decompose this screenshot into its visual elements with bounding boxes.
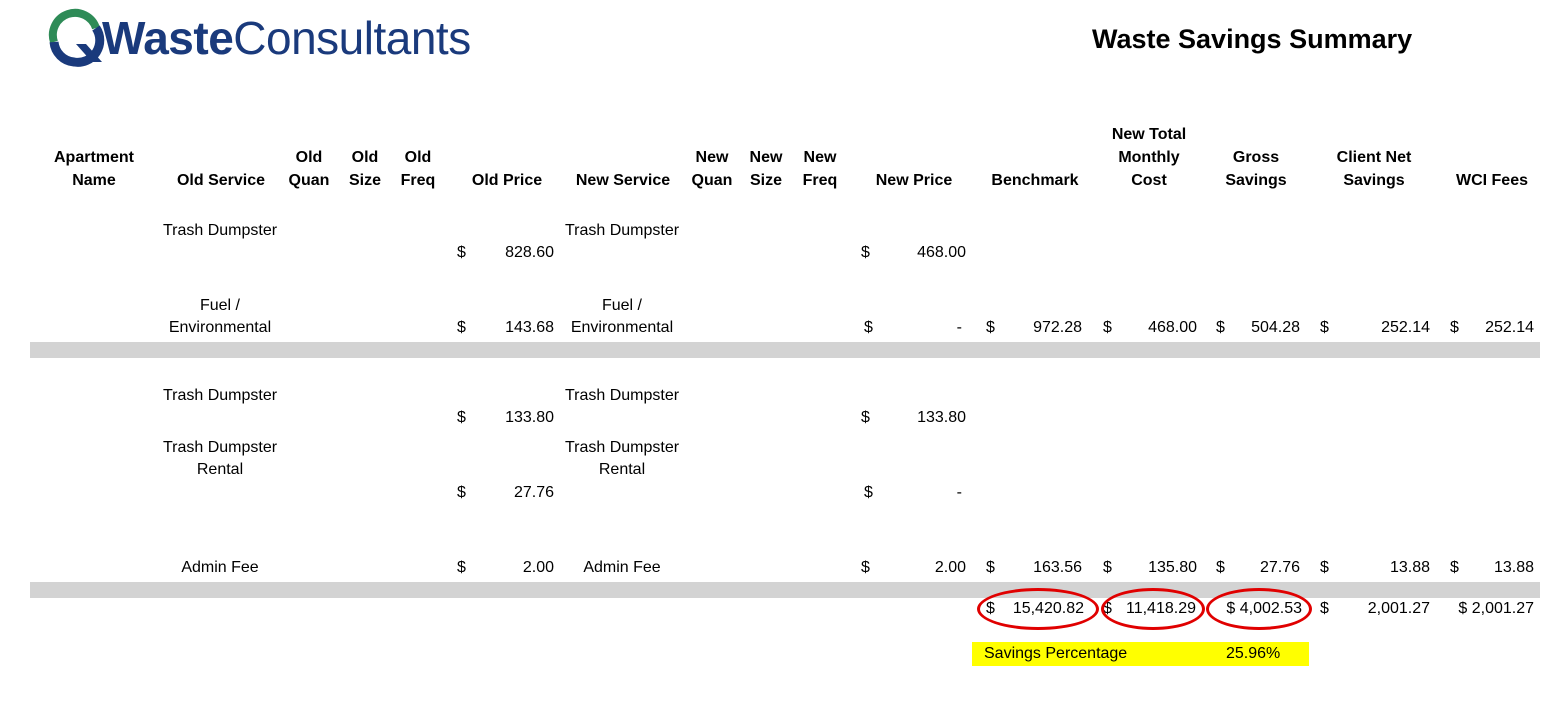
new-service-cell: Fuel / Environmental	[570, 297, 674, 336]
currency-symbol: $	[457, 484, 466, 501]
total-client-net: 2,001.27	[1367, 600, 1430, 617]
savings-percentage-label: Savings Percentage	[984, 645, 1128, 662]
currency-symbol: $	[864, 484, 873, 501]
logo-bold: Waste	[102, 12, 234, 64]
logo-regular: Consultants	[233, 12, 471, 64]
old-price-cell: 828.60	[505, 244, 554, 261]
logo-text: WasteConsultants	[102, 8, 471, 68]
currency-symbol: $	[861, 409, 870, 426]
header-wci-fees: WCI Fees	[1455, 172, 1528, 189]
currency-symbol: $	[1216, 559, 1225, 576]
logo-q-icon	[48, 8, 105, 67]
header-new-price: New Price	[875, 172, 953, 189]
header-new-quan: New Quan	[691, 149, 733, 189]
header-old-price: Old Price	[471, 172, 543, 189]
currency-symbol: $	[457, 559, 466, 576]
currency-symbol: $	[1320, 559, 1329, 576]
new-total-cell: 135.80	[1148, 559, 1197, 576]
old-service-cell: Fuel / Environmental	[168, 297, 272, 336]
new-price-cell: -	[956, 484, 962, 501]
wci-cell: 13.88	[1493, 559, 1534, 576]
currency-symbol: $	[986, 559, 995, 576]
header-client-net: Client Net Savings	[1336, 149, 1412, 189]
header-new-total: New Total Monthly Cost	[1111, 126, 1187, 189]
highlight-circle-new-total	[1101, 588, 1205, 630]
total-wci: $ 2,001.27	[1458, 600, 1534, 617]
currency-symbol: $	[457, 319, 466, 336]
report-title: Waste Savings Summary	[1092, 24, 1413, 54]
currency-symbol: $	[457, 409, 466, 426]
new-service-cell: Trash Dumpster Rental	[564, 439, 680, 478]
client-net-cell: 252.14	[1381, 319, 1430, 336]
currency-symbol: $	[1103, 559, 1112, 576]
new-service-cell: Trash Dumpster	[564, 387, 680, 404]
section-separator	[30, 342, 1540, 358]
currency-symbol: $	[1320, 600, 1329, 617]
currency-symbol: $	[861, 244, 870, 261]
new-total-cell: 468.00	[1148, 319, 1197, 336]
header-gross: Gross Savings	[1225, 149, 1287, 189]
old-service-cell: Trash Dumpster	[162, 222, 278, 239]
currency-symbol: $	[457, 244, 466, 261]
old-price-cell: 143.68	[505, 319, 554, 336]
new-price-cell: 468.00	[917, 244, 966, 261]
wci-cell: 252.14	[1485, 319, 1534, 336]
currency-symbol: $	[864, 319, 873, 336]
old-price-cell: 2.00	[522, 559, 554, 576]
savings-percentage-value: 25.96%	[1226, 645, 1281, 662]
currency-symbol: $	[986, 319, 995, 336]
old-price-cell: 133.80	[505, 409, 554, 426]
savings-percentage-box: Savings Percentage 25.96%	[972, 642, 1309, 666]
old-service-cell: Trash Dumpster	[162, 387, 278, 404]
currency-symbol: $	[861, 559, 870, 576]
header-old-quan: Old Quan	[288, 149, 330, 189]
new-service-cell: Trash Dumpster	[564, 222, 680, 239]
header-old-freq: Old Freq	[400, 149, 436, 189]
client-net-cell: 13.88	[1389, 559, 1430, 576]
gross-cell: 27.76	[1259, 559, 1300, 576]
currency-symbol: $	[1103, 319, 1112, 336]
new-price-cell: 2.00	[934, 559, 966, 576]
new-service-cell: Admin Fee	[583, 559, 661, 576]
highlight-circle-benchmark	[977, 588, 1099, 630]
benchmark-cell: 163.56	[1033, 559, 1082, 576]
currency-symbol: $	[1320, 319, 1329, 336]
currency-symbol: $	[1450, 559, 1459, 576]
header-old-size: Old Size	[348, 149, 381, 189]
logo: WasteConsultants	[46, 8, 471, 68]
header-new-freq: New Freq	[802, 149, 838, 189]
currency-symbol: $	[1216, 319, 1225, 336]
old-price-cell: 27.76	[513, 484, 554, 501]
section-separator	[30, 582, 1540, 598]
benchmark-cell: 972.28	[1033, 319, 1082, 336]
new-price-cell: 133.80	[917, 409, 966, 426]
old-service-cell: Admin Fee	[181, 559, 259, 576]
header-new-service: New Service	[575, 172, 671, 189]
currency-symbol: $	[1450, 319, 1459, 336]
gross-cell: 504.28	[1251, 319, 1300, 336]
header-benchmark: Benchmark	[991, 172, 1079, 189]
header-old-service: Old Service	[176, 172, 266, 189]
highlight-circle-gross	[1206, 588, 1312, 630]
old-service-cell: Trash Dumpster Rental	[162, 439, 278, 478]
new-price-cell: -	[956, 319, 962, 336]
header-apartment: Apartment Name	[53, 149, 134, 189]
header-new-size: New Size	[749, 149, 783, 189]
